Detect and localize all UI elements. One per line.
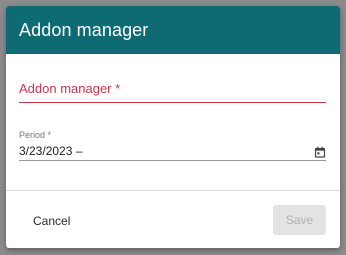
- addon-manager-field-label: Addon manager *: [19, 81, 121, 96]
- save-button[interactable]: Save: [273, 205, 326, 235]
- cancel-button[interactable]: Cancel: [21, 205, 82, 237]
- addon-manager-dialog: Addon manager Addon manager * Period * 3…: [6, 6, 340, 248]
- dialog-title: Addon manager: [19, 19, 149, 40]
- dialog-header: Addon manager: [6, 6, 340, 54]
- dialog-footer: Cancel Save: [6, 191, 340, 248]
- calendar-icon[interactable]: [314, 145, 326, 158]
- addon-manager-select[interactable]: Addon manager *: [19, 79, 326, 103]
- dialog-body: Addon manager * Period * 3/23/2023 –: [6, 54, 340, 190]
- period-field-value[interactable]: 3/23/2023 –: [19, 144, 82, 158]
- period-date-range-field[interactable]: Period * 3/23/2023 –: [19, 130, 326, 161]
- period-field-label: Period *: [19, 130, 52, 140]
